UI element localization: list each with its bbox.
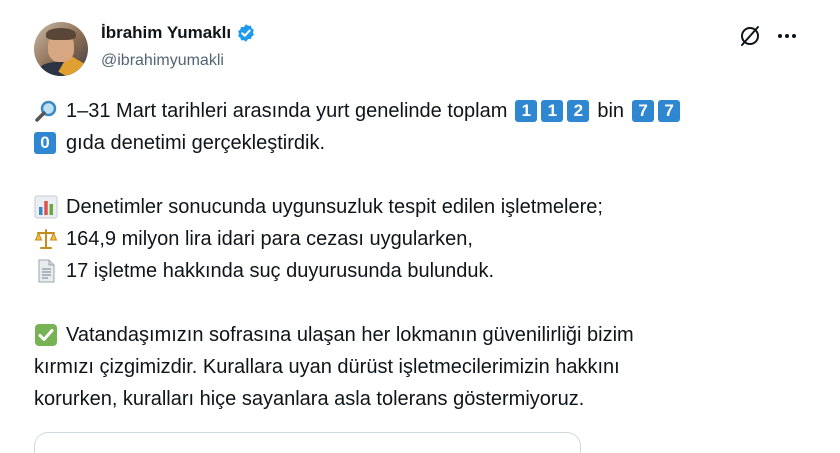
author-name-row: İbrahim Yumaklı [101, 22, 256, 44]
more-options-icon[interactable] [774, 24, 800, 48]
document-icon [38, 259, 55, 283]
keycap-digit: 2 [567, 100, 590, 122]
tweet-line-6-text: Vatandaşımızın sofrasına ulaşan her lokm… [66, 324, 634, 346]
tweet-line-3-text: Denetimler sonucunda uygunsuzluk tespit … [66, 196, 603, 218]
tweet-text: 1–31 Mart tarihleri arasında yurt geneli… [34, 95, 814, 415]
balance-scale-icon [34, 229, 58, 249]
avatar[interactable] [34, 22, 88, 76]
tweet-line-6: Vatandaşımızın sofrasına ulaşan her lokm… [34, 319, 814, 351]
tweet-line-8: korurken, kuralları hiçe sayanlara asla … [34, 383, 814, 415]
tweet-line-5: 17 işletme hakkında suç duyurusunda bulu… [34, 255, 814, 287]
media-card-edge[interactable] [34, 432, 581, 453]
tweet-line-8-text: korurken, kuralları hiçe sayanlara asla … [34, 388, 585, 410]
tweet-line-7: kırmızı çizgimizdir. Kurallara uyan dürü… [34, 351, 814, 383]
keycap-digit: 1 [541, 100, 564, 122]
tweet-line-2-text: gıda denetimi gerçekleştirdik. [66, 132, 326, 154]
tweet-line-2: 0 gıda denetimi gerçekleştirdik. [34, 127, 814, 159]
tweet-line-1: 1–31 Mart tarihleri arasında yurt geneli… [34, 95, 814, 127]
tweet-line-4: 164,9 milyon lira idari para cezası uygu… [34, 223, 814, 255]
author-display-name[interactable]: İbrahim Yumaklı [101, 22, 231, 44]
magnifying-glass-icon [35, 100, 57, 122]
tweet-line-7-text: kırmızı çizgimizdir. Kurallara uyan dürü… [34, 356, 620, 378]
tweet-line-4-text: 164,9 milyon lira idari para cezası uygu… [66, 228, 473, 250]
tweet-line-3: Denetimler sonucunda uygunsuzluk tespit … [34, 191, 814, 223]
keycap-digit: 0 [34, 132, 56, 154]
keycap-digit: 1 [515, 100, 538, 122]
keycap-digit: 7 [632, 100, 655, 122]
word-bin: bin [597, 100, 625, 122]
bar-chart-icon [34, 195, 58, 219]
grok-icon[interactable] [738, 24, 762, 48]
keycap-digit: 7 [658, 100, 681, 122]
tweet-line-5-text: 17 işletme hakkında suç duyurusunda bulu… [66, 260, 495, 282]
verified-badge-icon [238, 24, 254, 42]
check-mark-button-icon [35, 324, 57, 346]
author-handle[interactable]: @ibrahimyumakli [101, 50, 224, 72]
tweet-post: İbrahim Yumaklı @ibrahimyumakli 1–31 Mar… [0, 0, 840, 453]
tweet-line-1-text: 1–31 Mart tarihleri arasında yurt geneli… [66, 100, 508, 122]
